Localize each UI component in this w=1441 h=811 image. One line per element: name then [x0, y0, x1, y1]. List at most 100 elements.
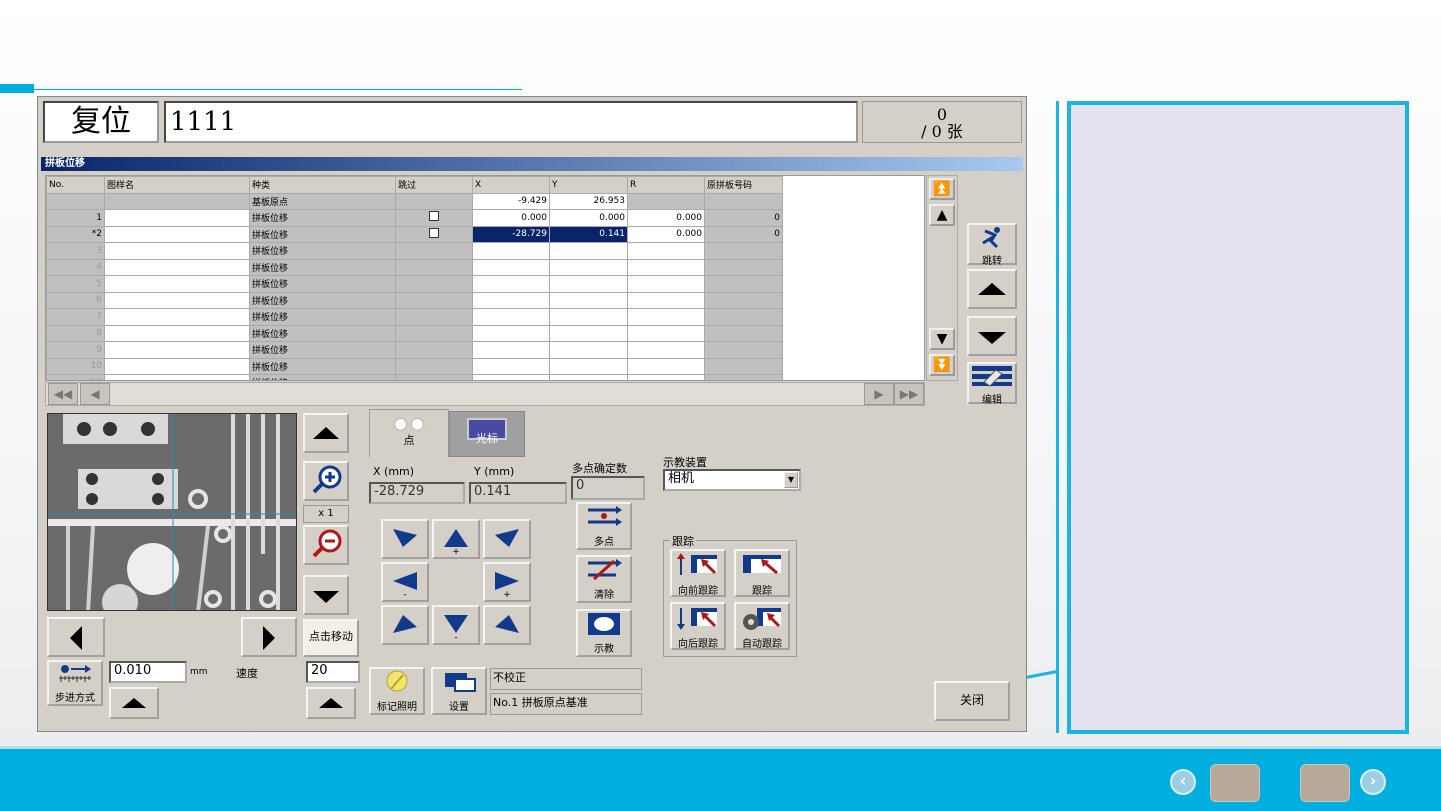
cell-kind[interactable]: 拼板位移 — [249, 242, 396, 260]
cell-skip[interactable] — [395, 242, 473, 260]
next-slide-icon[interactable]: › — [1360, 769, 1386, 795]
tab-cursor[interactable]: 光标 — [449, 411, 525, 457]
cell-skip[interactable] — [395, 225, 473, 243]
cell-r[interactable] — [627, 258, 705, 276]
scroll-down-button[interactable]: ▼ — [929, 328, 955, 350]
cell-kind[interactable]: 拼板位移 — [249, 308, 396, 326]
col-header[interactable]: 跳过 — [395, 176, 473, 194]
jog-down-right-button[interactable] — [483, 605, 531, 645]
nav-square-left[interactable] — [1210, 764, 1260, 802]
edit-button[interactable]: 编辑 — [967, 362, 1017, 406]
scroll-up-button[interactable]: ▲ — [929, 204, 955, 226]
cell-skip[interactable] — [395, 275, 473, 293]
cell-kind[interactable]: 拼板位移 — [249, 291, 396, 309]
cell-x[interactable] — [472, 291, 550, 309]
tab-point[interactable]: ● ● 点 — [369, 409, 449, 457]
cell-x[interactable] — [472, 242, 550, 260]
cell-pattern[interactable] — [104, 324, 250, 342]
cell-skip[interactable] — [395, 258, 473, 276]
jog-up-button[interactable]: + — [432, 519, 480, 559]
scroll-top-button[interactable]: ⏫ — [929, 178, 955, 200]
cell-pattern[interactable] — [104, 341, 250, 359]
cell-no[interactable]: 6 — [46, 291, 105, 309]
cell-no[interactable]: 10 — [46, 357, 105, 375]
camera-down-button[interactable] — [303, 575, 349, 615]
step-mode-button[interactable]: 步进方式 — [47, 660, 103, 706]
col-header[interactable]: 原拼板号码 — [704, 176, 783, 194]
table-row[interactable]: 7 拼板位移 — [46, 308, 783, 326]
zoom-in-button[interactable] — [303, 461, 349, 501]
scroll-last-button[interactable]: ▶▶ — [894, 383, 924, 405]
table-row[interactable]: 4 拼板位移 — [46, 258, 783, 276]
track-backward-button[interactable]: 向后跟踪 — [670, 602, 726, 650]
camera-view[interactable] — [47, 413, 297, 611]
cell-y[interactable]: 0.141 — [549, 225, 628, 243]
cell-skip[interactable] — [395, 324, 473, 342]
cell-x[interactable]: 0.000 — [472, 209, 550, 227]
cell-x[interactable] — [472, 324, 550, 342]
cell-kind[interactable]: 基板原点 — [249, 192, 396, 210]
col-header[interactable]: 图样名 — [104, 176, 250, 194]
chevron-down-icon[interactable]: ▼ — [784, 472, 798, 488]
cell-r[interactable] — [627, 341, 705, 359]
speed-up-button[interactable] — [306, 687, 356, 719]
cell-orig[interactable] — [704, 258, 783, 276]
cell-y[interactable] — [549, 374, 628, 380]
cell-x[interactable] — [472, 374, 550, 380]
cell-r[interactable]: 0.000 — [627, 225, 705, 243]
camera-left-button[interactable] — [47, 617, 105, 657]
skip-checkbox[interactable] — [429, 227, 439, 238]
cell-orig[interactable] — [704, 242, 783, 260]
col-header[interactable]: Y — [549, 176, 628, 194]
cell-x[interactable]: -9.429 — [472, 192, 550, 210]
cell-y[interactable]: 0.000 — [549, 209, 628, 227]
cell-orig[interactable]: 0 — [704, 209, 783, 227]
col-header[interactable]: X — [472, 176, 550, 194]
teach-button[interactable]: 示教 — [576, 609, 632, 657]
cell-orig[interactable] — [704, 275, 783, 293]
scroll-right-button[interactable]: ▶ — [864, 383, 894, 405]
cell-x[interactable] — [472, 275, 550, 293]
cell-pattern[interactable] — [104, 242, 250, 260]
cell-no[interactable]: 5 — [46, 275, 105, 293]
cell-r[interactable] — [627, 357, 705, 375]
cell-r[interactable] — [627, 291, 705, 309]
step-value-input[interactable]: 0.010 — [109, 661, 187, 683]
cell-r[interactable] — [627, 374, 705, 380]
table-row[interactable]: 9 拼板位移 — [46, 341, 783, 359]
mark-light-button[interactable]: 标记照明 — [369, 667, 425, 715]
jog-right-button[interactable]: + — [483, 562, 531, 602]
cell-kind[interactable]: 拼板位移 — [249, 225, 396, 243]
cell-no[interactable]: 9 — [46, 341, 105, 359]
scroll-first-button[interactable]: ◀◀ — [48, 383, 78, 405]
table-row[interactable]: 1 拼板位移 0.000 0.000 0.000 0 — [46, 209, 783, 227]
table-hscroll[interactable]: ◀◀ ◀ ▶ ▶▶ — [45, 382, 925, 406]
cell-r[interactable] — [627, 242, 705, 260]
table-row[interactable]: 10 拼板位移 — [46, 357, 783, 375]
track-button[interactable]: 跟踪 — [734, 549, 790, 597]
cell-pattern[interactable] — [104, 308, 250, 326]
cell-orig[interactable] — [704, 374, 783, 380]
cell-skip[interactable] — [395, 341, 473, 359]
cell-no[interactable]: 11 — [46, 374, 105, 380]
cell-y[interactable] — [549, 275, 628, 293]
scroll-bottom-button[interactable]: ⏬ — [929, 354, 955, 376]
cell-pattern[interactable] — [104, 258, 250, 276]
cell-kind[interactable]: 拼板位移 — [249, 324, 396, 342]
settings-button[interactable]: 设置 — [431, 667, 487, 715]
multi-point-button[interactable]: 多点 — [576, 502, 632, 550]
cell-kind[interactable]: 拼板位移 — [249, 209, 396, 227]
cell-skip[interactable] — [395, 209, 473, 227]
cell-pattern[interactable] — [104, 209, 250, 227]
cell-y[interactable] — [549, 291, 628, 309]
cell-x[interactable] — [472, 357, 550, 375]
cell-kind[interactable]: 拼板位移 — [249, 341, 396, 359]
cell-x[interactable] — [472, 308, 550, 326]
page-up-button[interactable] — [967, 269, 1017, 309]
jog-up-right-button[interactable] — [483, 519, 531, 559]
teach-device-select[interactable]: 相机 ▼ — [663, 469, 801, 491]
cell-no[interactable]: 3 — [46, 242, 105, 260]
cell-skip[interactable] — [395, 308, 473, 326]
col-header[interactable]: 种类 — [249, 176, 396, 194]
cell-y[interactable] — [549, 258, 628, 276]
